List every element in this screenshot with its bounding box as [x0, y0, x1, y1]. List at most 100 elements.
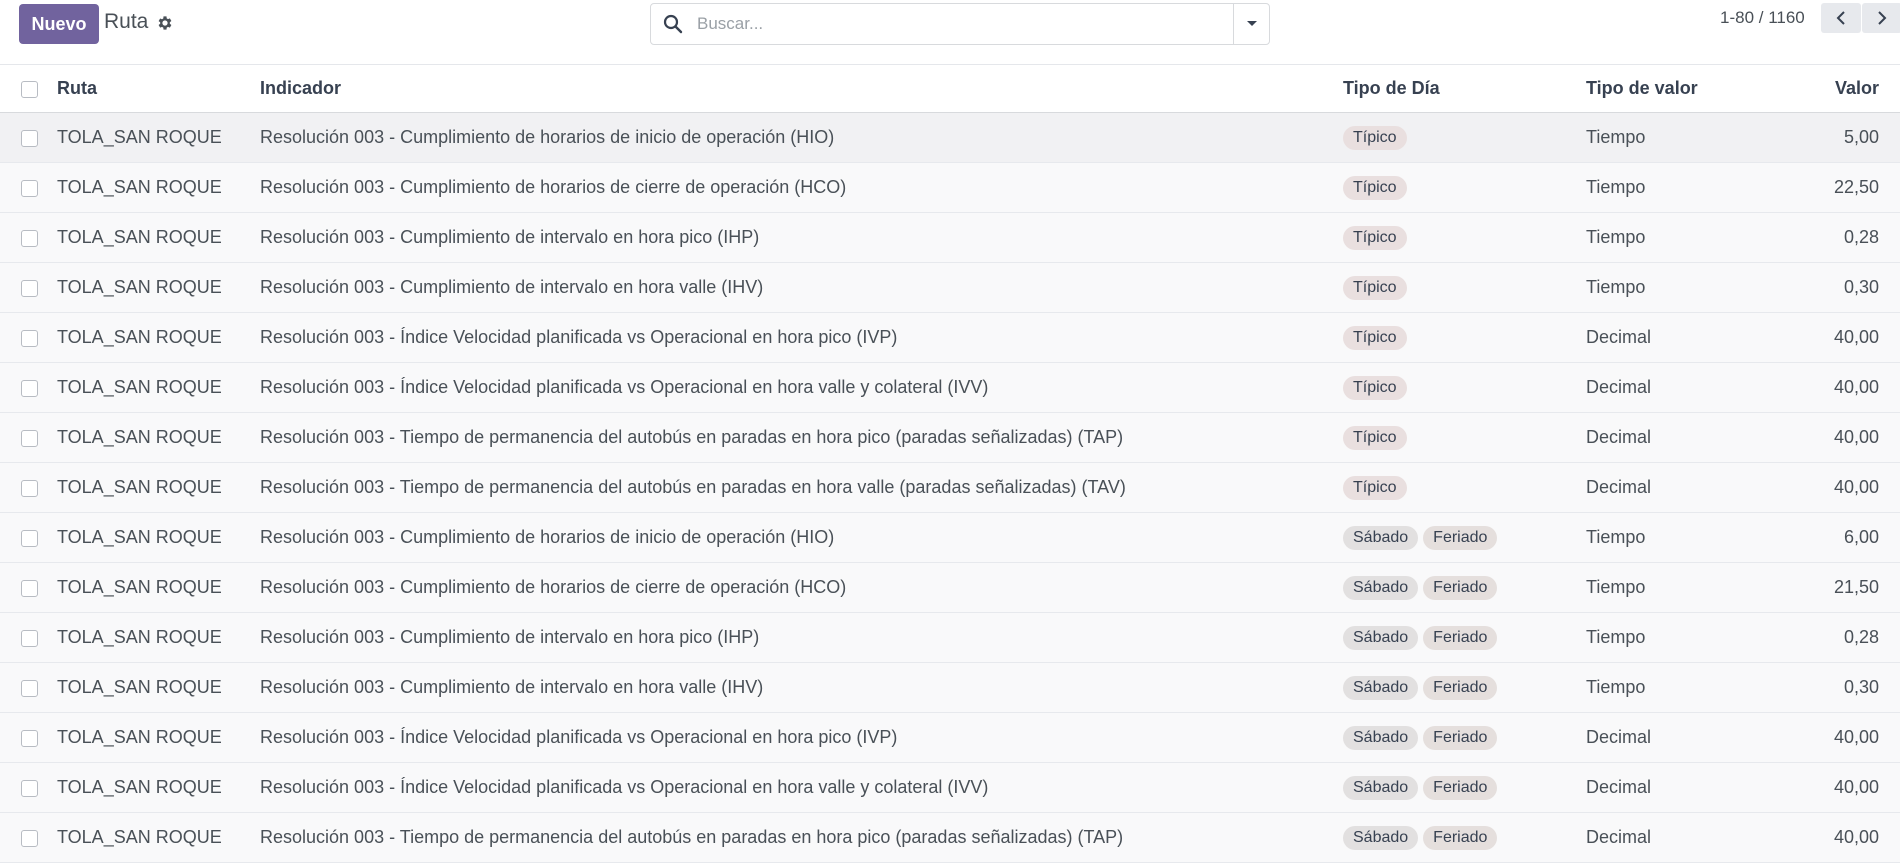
table-row[interactable]: TOLA_SAN ROQUE Resolución 003 - Tiempo de… — [0, 812, 1900, 863]
table-row[interactable]: TOLA_SAN ROQUE Resolución 003 - Índice Ve… — [0, 312, 1900, 363]
row-checkbox-cell[interactable] — [0, 762, 57, 813]
table-row[interactable]: TOLA_SAN ROQUE Resolución 003 - Cumplimie… — [0, 112, 1900, 163]
chevron-left-icon[interactable] — [1821, 3, 1861, 33]
cell-tipo-valor[interactable]: Tiempo — [1586, 662, 1829, 713]
cell-tipo-dia[interactable]: Típico — [1343, 212, 1586, 263]
cell-tipo-dia[interactable]: Típico — [1343, 412, 1586, 463]
cell-ruta[interactable]: TOLA_SAN ROQUE — [57, 762, 260, 813]
row-checkbox[interactable] — [21, 679, 38, 697]
cell-tipo-dia[interactable]: Típico — [1343, 312, 1586, 363]
row-checkbox[interactable] — [21, 579, 38, 597]
row-checkbox-cell[interactable] — [0, 212, 57, 263]
cell-tipo-valor[interactable]: Tiempo — [1586, 562, 1829, 613]
cell-tipo-dia[interactable]: Típico — [1343, 162, 1586, 213]
row-checkbox[interactable] — [21, 329, 38, 347]
cell-valor[interactable]: 40,00 — [1829, 762, 1900, 813]
row-checkbox[interactable] — [21, 529, 38, 547]
cell-tipo-valor[interactable]: Tiempo — [1586, 612, 1829, 663]
select-all-checkbox[interactable] — [21, 80, 38, 98]
cell-ruta[interactable]: TOLA_SAN ROQUE — [57, 612, 260, 663]
cell-tipo-valor[interactable]: Tiempo — [1586, 512, 1829, 563]
cell-ruta[interactable]: TOLA_SAN ROQUE — [57, 212, 260, 263]
cell-tipo-valor[interactable]: Tiempo — [1586, 262, 1829, 313]
cell-tipo-valor[interactable]: Decimal — [1586, 412, 1829, 463]
row-checkbox-cell[interactable] — [0, 162, 57, 213]
pager-value[interactable]: 1-80 / 1160 — [1720, 8, 1805, 28]
column-header-indicador[interactable]: Indicador — [260, 64, 1343, 113]
cell-tipo-dia[interactable]: Sábado Feriado — [1343, 562, 1586, 613]
table-row[interactable]: TOLA_SAN ROQUE Resolución 003 - Cumplimie… — [0, 612, 1900, 663]
cell-indicador[interactable]: Resolución 003 - Tiempo de permanencia d… — [260, 462, 1343, 513]
cell-tipo-dia[interactable]: Sábado Feriado — [1343, 762, 1586, 813]
row-checkbox-cell[interactable] — [0, 812, 57, 863]
cell-ruta[interactable]: TOLA_SAN ROQUE — [57, 262, 260, 313]
cell-ruta[interactable]: TOLA_SAN ROQUE — [57, 112, 260, 163]
cell-tipo-valor[interactable]: Tiempo — [1586, 112, 1829, 163]
cell-indicador[interactable]: Resolución 003 - Cumplimiento de horario… — [260, 112, 1343, 163]
column-header-ruta[interactable]: Ruta — [57, 64, 260, 113]
row-checkbox-cell[interactable] — [0, 262, 57, 313]
cell-valor[interactable]: 40,00 — [1829, 412, 1900, 463]
row-checkbox[interactable] — [21, 829, 38, 847]
new-button[interactable]: Nuevo — [19, 4, 99, 44]
row-checkbox[interactable] — [21, 179, 38, 197]
select-all-checkbox-cell[interactable] — [0, 64, 57, 113]
cell-indicador[interactable]: Resolución 003 - Cumplimiento de horario… — [260, 162, 1343, 213]
cell-valor[interactable]: 0,28 — [1829, 612, 1900, 663]
table-row[interactable]: TOLA_SAN ROQUE Resolución 003 - Índice Ve… — [0, 762, 1900, 813]
column-header-tipo-dia[interactable]: Tipo de Día — [1343, 64, 1586, 113]
cell-tipo-valor[interactable]: Decimal — [1586, 762, 1829, 813]
caret-down-icon[interactable] — [1233, 4, 1269, 44]
cell-tipo-dia[interactable]: Sábado Feriado — [1343, 712, 1586, 763]
table-row[interactable]: TOLA_SAN ROQUE Resolución 003 - Cumplimie… — [0, 262, 1900, 313]
row-checkbox[interactable] — [21, 629, 38, 647]
table-row[interactable]: TOLA_SAN ROQUE Resolución 003 - Tiempo de… — [0, 462, 1900, 513]
cell-indicador[interactable]: Resolución 003 - Índice Velocidad planif… — [260, 712, 1343, 763]
row-checkbox-cell[interactable] — [0, 712, 57, 763]
cell-ruta[interactable]: TOLA_SAN ROQUE — [57, 412, 260, 463]
cell-tipo-valor[interactable]: Tiempo — [1586, 212, 1829, 263]
cell-valor[interactable]: 40,00 — [1829, 812, 1900, 863]
table-row[interactable]: TOLA_SAN ROQUE Resolución 003 - Cumplimie… — [0, 562, 1900, 613]
cell-valor[interactable]: 40,00 — [1829, 312, 1900, 363]
cell-ruta[interactable]: TOLA_SAN ROQUE — [57, 662, 260, 713]
table-row[interactable]: TOLA_SAN ROQUE Resolución 003 - Índice Ve… — [0, 362, 1900, 413]
search-input[interactable] — [695, 10, 1195, 38]
cell-valor[interactable]: 40,00 — [1829, 712, 1900, 763]
cell-indicador[interactable]: Resolución 003 - Cumplimiento de interva… — [260, 212, 1343, 263]
cell-ruta[interactable]: TOLA_SAN ROQUE — [57, 712, 260, 763]
row-checkbox-cell[interactable] — [0, 362, 57, 413]
cell-valor[interactable]: 40,00 — [1829, 462, 1900, 513]
row-checkbox-cell[interactable] — [0, 312, 57, 363]
cell-ruta[interactable]: TOLA_SAN ROQUE — [57, 362, 260, 413]
row-checkbox-cell[interactable] — [0, 562, 57, 613]
cell-valor[interactable]: 0,30 — [1829, 662, 1900, 713]
cell-ruta[interactable]: TOLA_SAN ROQUE — [57, 312, 260, 363]
cell-tipo-dia[interactable]: Típico — [1343, 262, 1586, 313]
table-row[interactable]: TOLA_SAN ROQUE Resolución 003 - Tiempo de… — [0, 412, 1900, 463]
row-checkbox-cell[interactable] — [0, 412, 57, 463]
cell-tipo-valor[interactable]: Tiempo — [1586, 162, 1829, 213]
row-checkbox[interactable] — [21, 129, 38, 147]
row-checkbox-cell[interactable] — [0, 612, 57, 663]
column-header-tipo-valor[interactable]: Tipo de valor — [1586, 64, 1829, 113]
cell-ruta[interactable]: TOLA_SAN ROQUE — [57, 162, 260, 213]
row-checkbox[interactable] — [21, 279, 38, 297]
cell-indicador[interactable]: Resolución 003 - Cumplimiento de horario… — [260, 562, 1343, 613]
row-checkbox-cell[interactable] — [0, 462, 57, 513]
cell-tipo-valor[interactable]: Decimal — [1586, 812, 1829, 863]
table-row[interactable]: TOLA_SAN ROQUE Resolución 003 - Cumplimie… — [0, 162, 1900, 213]
row-checkbox[interactable] — [21, 229, 38, 247]
row-checkbox[interactable] — [21, 429, 38, 447]
cell-tipo-dia[interactable]: Sábado Feriado — [1343, 512, 1586, 563]
cell-tipo-valor[interactable]: Decimal — [1586, 462, 1829, 513]
cell-indicador[interactable]: Resolución 003 - Tiempo de permanencia d… — [260, 812, 1343, 863]
cell-tipo-dia[interactable]: Típico — [1343, 462, 1586, 513]
row-checkbox[interactable] — [21, 779, 38, 797]
row-checkbox[interactable] — [21, 479, 38, 497]
cell-valor[interactable]: 5,00 — [1829, 112, 1900, 163]
row-checkbox-cell[interactable] — [0, 112, 57, 163]
gear-icon[interactable] — [155, 13, 175, 33]
table-row[interactable]: TOLA_SAN ROQUE Resolución 003 - Índice Ve… — [0, 712, 1900, 763]
cell-ruta[interactable]: TOLA_SAN ROQUE — [57, 562, 260, 613]
